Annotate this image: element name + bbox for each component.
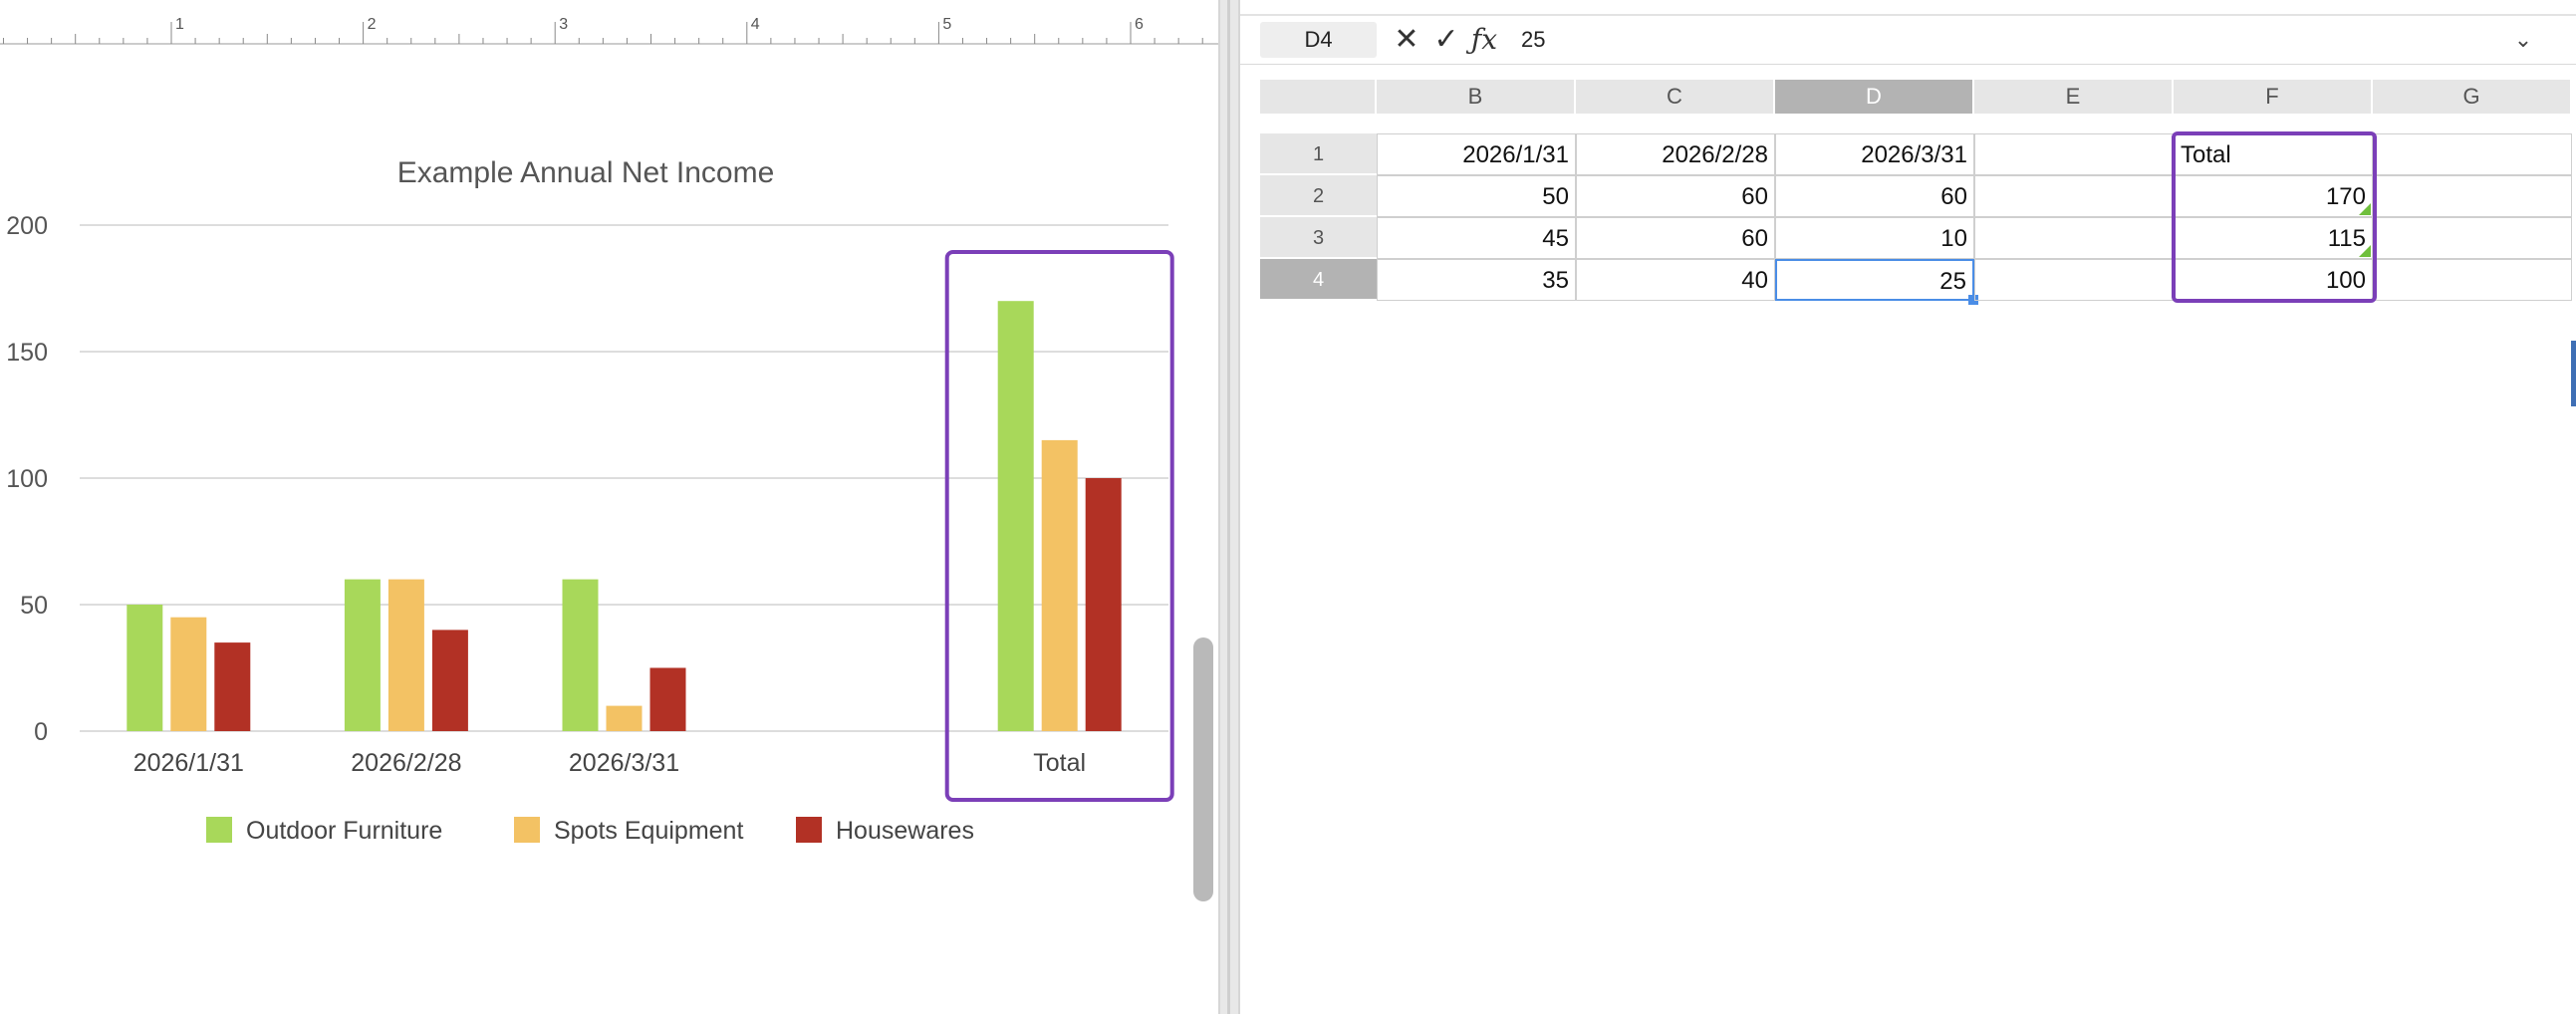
accept-icon[interactable]: ✓ — [1429, 22, 1463, 58]
x-tick-label: 2026/1/31 — [133, 749, 244, 777]
column-header-b[interactable]: B — [1377, 80, 1576, 114]
bar-outdoor-furniture[interactable] — [127, 605, 163, 731]
cell-g3[interactable] — [2373, 217, 2572, 259]
column-header-c[interactable]: C — [1576, 80, 1775, 114]
legend-swatch — [206, 817, 232, 843]
legend-label[interactable]: Spots Equipment — [554, 817, 743, 845]
cell-e1[interactable] — [1974, 133, 2174, 175]
legend-label[interactable]: Housewares — [836, 817, 974, 845]
formula-input[interactable]: 25 — [1521, 22, 1545, 58]
spreadsheet-pane: D4 ✕ ✓ ƒx 25 ⌄ B C D E F G 1 2026/1/31 2026/2/28… — [1240, 0, 2576, 1014]
y-tick-label: 200 — [6, 212, 48, 240]
row-header-2[interactable]: 2 — [1260, 175, 1377, 217]
vertical-scrollbar[interactable] — [1193, 637, 1213, 901]
legend-swatch — [796, 817, 822, 843]
total-column-highlight — [2172, 131, 2377, 303]
cell-g2[interactable] — [2373, 175, 2572, 217]
bar-chart[interactable]: Example Annual Net Income 0 50 100 150 200 202… — [0, 0, 1218, 1014]
bar-housewares[interactable] — [431, 630, 468, 731]
bar-spots-equipment[interactable] — [1041, 439, 1078, 731]
select-all-corner[interactable] — [1260, 80, 1377, 114]
cell-b4[interactable]: 35 — [1377, 259, 1576, 301]
y-tick-label: 0 — [34, 718, 48, 746]
chart-title: Example Annual Net Income — [397, 156, 775, 189]
bar-housewares[interactable] — [214, 642, 251, 731]
splitter-grip — [1227, 0, 1230, 1014]
bar-spots-equipment[interactable] — [606, 705, 643, 731]
column-header-g[interactable]: G — [2373, 80, 2572, 114]
bar-outdoor-furniture[interactable] — [562, 579, 599, 731]
cell-b2[interactable]: 50 — [1377, 175, 1576, 217]
chevron-down-icon[interactable]: ⌄ — [2505, 22, 2541, 58]
cell-e4[interactable] — [1974, 259, 2174, 301]
row-header-3[interactable]: 3 — [1260, 217, 1377, 259]
cell-g4[interactable] — [2373, 259, 2572, 301]
cell-d2[interactable]: 60 — [1775, 175, 1974, 217]
cell-e2[interactable] — [1974, 175, 2174, 217]
cell-c3[interactable]: 60 — [1576, 217, 1775, 259]
bar-housewares[interactable] — [1085, 478, 1122, 731]
row-header-1[interactable]: 1 — [1260, 133, 1377, 175]
pane-splitter[interactable] — [1218, 0, 1240, 1014]
y-tick-label: 150 — [6, 339, 48, 367]
cell-b1[interactable]: 2026/1/31 — [1377, 133, 1576, 175]
formula-bar: D4 ✕ ✓ ƒx 25 ⌄ — [1240, 16, 2576, 65]
cell-g1[interactable] — [2373, 133, 2572, 175]
x-tick-label: 2026/2/28 — [351, 749, 461, 777]
cell-b3[interactable]: 45 — [1377, 217, 1576, 259]
bar-spots-equipment[interactable] — [170, 617, 207, 731]
cancel-icon[interactable]: ✕ — [1390, 22, 1423, 58]
cell-c1[interactable]: 2026/2/28 — [1576, 133, 1775, 175]
cell-c2[interactable]: 60 — [1576, 175, 1775, 217]
legend-swatch — [514, 817, 540, 843]
y-tick-label: 100 — [6, 465, 48, 493]
cell-e3[interactable] — [1974, 217, 2174, 259]
x-tick-label: 2026/3/31 — [569, 749, 679, 777]
cell-d4[interactable]: 25 — [1775, 259, 1974, 301]
cell-d3[interactable]: 10 — [1775, 217, 1974, 259]
bar-outdoor-furniture[interactable] — [997, 301, 1034, 731]
name-box[interactable]: D4 — [1260, 22, 1377, 58]
bar-spots-equipment[interactable] — [387, 579, 424, 731]
x-tick-label: Total — [1033, 749, 1086, 777]
column-header-e[interactable]: E — [1974, 80, 2174, 114]
sidebar-tab[interactable] — [2571, 341, 2576, 406]
column-header-d[interactable]: D — [1775, 80, 1974, 114]
bar-housewares[interactable] — [649, 667, 686, 732]
document-pane: 123456 Example Annual Net Income 0 50 100 15… — [0, 0, 1218, 1014]
row-header-4[interactable]: 4 — [1260, 259, 1377, 301]
y-tick-label: 50 — [20, 592, 48, 620]
cell-c4[interactable]: 40 — [1576, 259, 1775, 301]
legend-label[interactable]: Outdoor Furniture — [246, 817, 442, 845]
cell-d1[interactable]: 2026/3/31 — [1775, 133, 1974, 175]
column-header-f[interactable]: F — [2174, 80, 2373, 114]
function-icon[interactable]: ƒx — [1467, 22, 1501, 58]
bar-outdoor-furniture[interactable] — [344, 579, 381, 731]
